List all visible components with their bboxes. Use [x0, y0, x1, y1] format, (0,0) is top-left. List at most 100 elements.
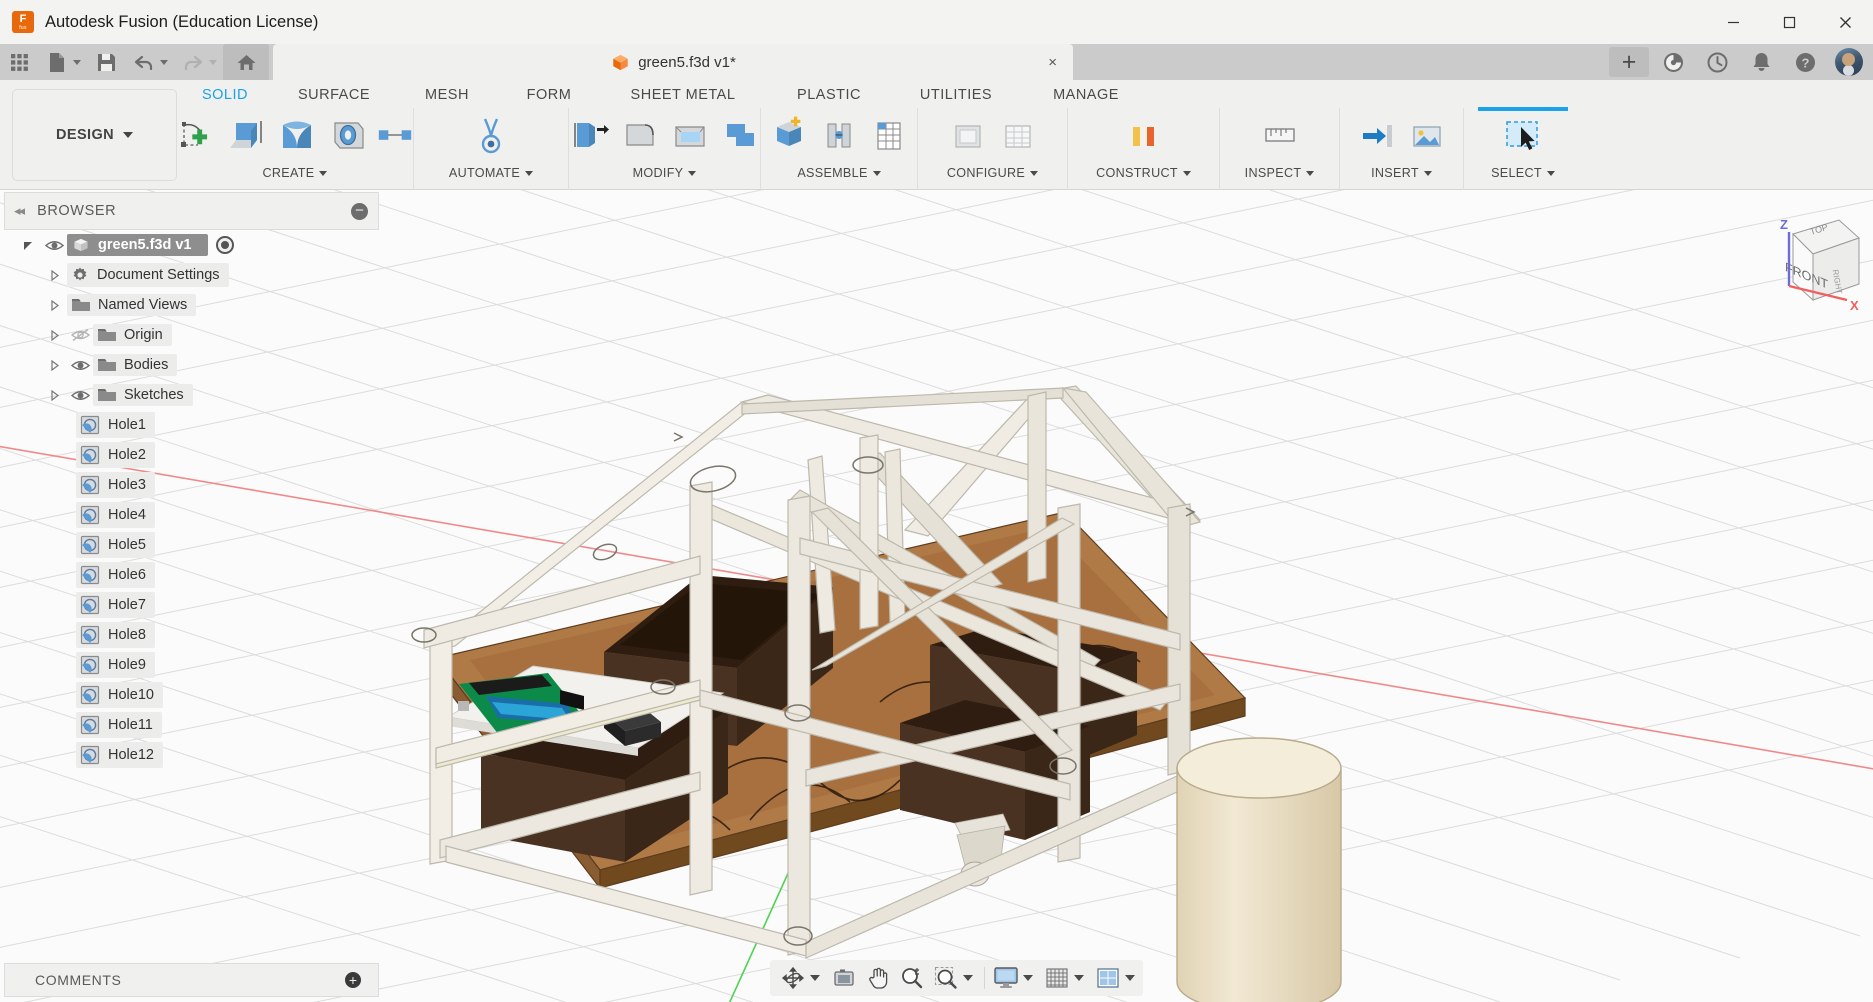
- notifications-icon[interactable]: [1739, 44, 1783, 80]
- tab-solid[interactable]: SOLID: [177, 83, 273, 107]
- hole11-chip[interactable]: Hole11: [76, 712, 162, 738]
- home-icon[interactable]: [223, 44, 269, 80]
- new-file-icon[interactable]: [38, 44, 76, 80]
- new-component-icon[interactable]: [766, 110, 812, 162]
- document-tab-close-icon[interactable]: ×: [1048, 54, 1057, 71]
- tree-item-origin[interactable]: Origin: [4, 320, 379, 350]
- undo-dropdown-caret-icon[interactable]: [160, 59, 168, 65]
- hole2-chip[interactable]: Hole2: [76, 442, 155, 468]
- panel-insert-label-wrap[interactable]: INSERT: [1371, 166, 1432, 180]
- hole-icon[interactable]: [325, 110, 371, 162]
- grid-snaps-caret-icon[interactable]: [1074, 975, 1084, 981]
- expand-arrow-icon[interactable]: [48, 299, 61, 312]
- viewports-icon[interactable]: [1091, 961, 1125, 995]
- minimize-button[interactable]: [1705, 0, 1761, 44]
- tree-item-hole7[interactable]: Hole7: [4, 590, 379, 620]
- avatar[interactable]: [1835, 48, 1863, 76]
- tree-item-hole1[interactable]: Hole1: [4, 410, 379, 440]
- expand-arrow-icon[interactable]: [22, 239, 35, 252]
- grid-snaps-icon[interactable]: [1040, 961, 1074, 995]
- close-button[interactable]: [1817, 0, 1873, 44]
- hole8-chip[interactable]: Hole8: [76, 622, 155, 648]
- add-comment-icon[interactable]: +: [345, 972, 361, 988]
- hole9-chip[interactable]: Hole9: [76, 652, 155, 678]
- recent-icon[interactable]: [1695, 44, 1739, 80]
- hole5-chip[interactable]: Hole5: [76, 532, 155, 558]
- tree-item-named-views[interactable]: Named Views: [4, 290, 379, 320]
- hole7-chip[interactable]: Hole7: [76, 592, 155, 618]
- visibility-eye-icon[interactable]: [67, 385, 93, 405]
- tab-surface[interactable]: SURFACE: [273, 83, 395, 107]
- panel-construct-label-wrap[interactable]: CONSTRUCT: [1096, 166, 1191, 180]
- tab-mesh[interactable]: MESH: [395, 83, 499, 107]
- press-pull-icon[interactable]: [567, 110, 613, 162]
- panel-assemble-label-wrap[interactable]: ASSEMBLE: [797, 166, 881, 180]
- view-cube[interactable]: FRONT TOP RIGHT Z X: [1755, 202, 1867, 322]
- configuration-icon[interactable]: [945, 110, 991, 162]
- display-settings-caret-icon[interactable]: [1023, 975, 1033, 981]
- display-settings-icon[interactable]: [989, 961, 1023, 995]
- fit-dropdown-caret-icon[interactable]: [963, 975, 973, 981]
- tree-item-hole4[interactable]: Hole4: [4, 500, 379, 530]
- hole10-chip[interactable]: Hole10: [76, 682, 163, 708]
- extrude-icon[interactable]: [225, 110, 271, 162]
- save-icon[interactable]: [87, 44, 125, 80]
- visibility-eye-icon[interactable]: [41, 235, 67, 255]
- extensions-icon[interactable]: [1651, 44, 1695, 80]
- revolve-icon[interactable]: [275, 110, 321, 162]
- tree-item-hole10[interactable]: Hole10: [4, 680, 379, 710]
- viewports-caret-icon[interactable]: [1125, 975, 1135, 981]
- panel-automate-label-wrap[interactable]: AUTOMATE: [449, 166, 534, 180]
- offset-plane-icon[interactable]: [1121, 110, 1167, 162]
- activate-component-radio[interactable]: [215, 236, 234, 254]
- pattern-icon[interactable]: [375, 110, 415, 162]
- browser-minimize-icon[interactable]: −: [351, 202, 368, 220]
- orbit-icon[interactable]: [776, 961, 810, 995]
- hole12-chip[interactable]: Hole12: [76, 742, 163, 768]
- tab-utilities[interactable]: UTILITIES: [891, 83, 1021, 107]
- hole4-chip[interactable]: Hole4: [76, 502, 155, 528]
- select-cursor-icon[interactable]: [1500, 110, 1546, 162]
- insert-canvas-icon[interactable]: [1404, 110, 1450, 162]
- new-tab-button[interactable]: +: [1607, 44, 1651, 80]
- origin-chip[interactable]: Origin: [93, 324, 172, 346]
- automate-icon[interactable]: [468, 110, 514, 162]
- visibility-eye-off-icon[interactable]: [67, 325, 93, 345]
- panel-select-label-wrap[interactable]: SELECT: [1491, 166, 1555, 180]
- document-settings-chip[interactable]: Document Settings: [67, 263, 229, 287]
- fit-icon[interactable]: [929, 961, 963, 995]
- create-sketch-icon[interactable]: [175, 110, 221, 162]
- expand-arrow-icon[interactable]: [48, 389, 61, 402]
- measure-icon[interactable]: [1257, 110, 1303, 162]
- tree-item-hole5[interactable]: Hole5: [4, 530, 379, 560]
- panel-create-label-wrap[interactable]: CREATE: [263, 166, 328, 180]
- expand-arrow-icon[interactable]: [48, 359, 61, 372]
- zoom-icon[interactable]: [895, 961, 929, 995]
- bodies-chip[interactable]: Bodies: [93, 354, 178, 376]
- maximize-button[interactable]: [1761, 0, 1817, 44]
- config-table-icon[interactable]: [995, 110, 1041, 162]
- hole3-chip[interactable]: Hole3: [76, 472, 155, 498]
- tree-item-hole8[interactable]: Hole8: [4, 620, 379, 650]
- sketches-chip[interactable]: Sketches: [93, 384, 193, 406]
- combine-icon[interactable]: [717, 110, 763, 162]
- motion-study-icon[interactable]: [866, 110, 912, 162]
- tab-form[interactable]: FORM: [499, 83, 599, 107]
- document-tab[interactable]: green5.f3d v1* ×: [273, 44, 1073, 80]
- panel-modify-label-wrap[interactable]: MODIFY: [633, 166, 697, 180]
- tree-item-bodies[interactable]: Bodies: [4, 350, 379, 380]
- redo-dropdown-caret-icon[interactable]: [209, 59, 217, 65]
- tree-item-sketches[interactable]: Sketches: [4, 380, 379, 410]
- app-grid-icon[interactable]: [0, 44, 38, 80]
- look-at-icon[interactable]: [827, 961, 861, 995]
- tree-item-hole6[interactable]: Hole6: [4, 560, 379, 590]
- orbit-dropdown-caret-icon[interactable]: [810, 975, 820, 981]
- tree-item-hole2[interactable]: Hole2: [4, 440, 379, 470]
- browser-collapse-icon[interactable]: ◂◂: [14, 203, 25, 219]
- tab-manage[interactable]: MANAGE: [1021, 83, 1151, 107]
- hole1-chip[interactable]: Hole1: [76, 412, 155, 438]
- insert-derive-icon[interactable]: [1354, 110, 1400, 162]
- named-views-chip[interactable]: Named Views: [67, 294, 197, 316]
- tab-plastic[interactable]: PLASTIC: [767, 83, 891, 107]
- tree-item-document-settings[interactable]: Document Settings: [4, 260, 379, 290]
